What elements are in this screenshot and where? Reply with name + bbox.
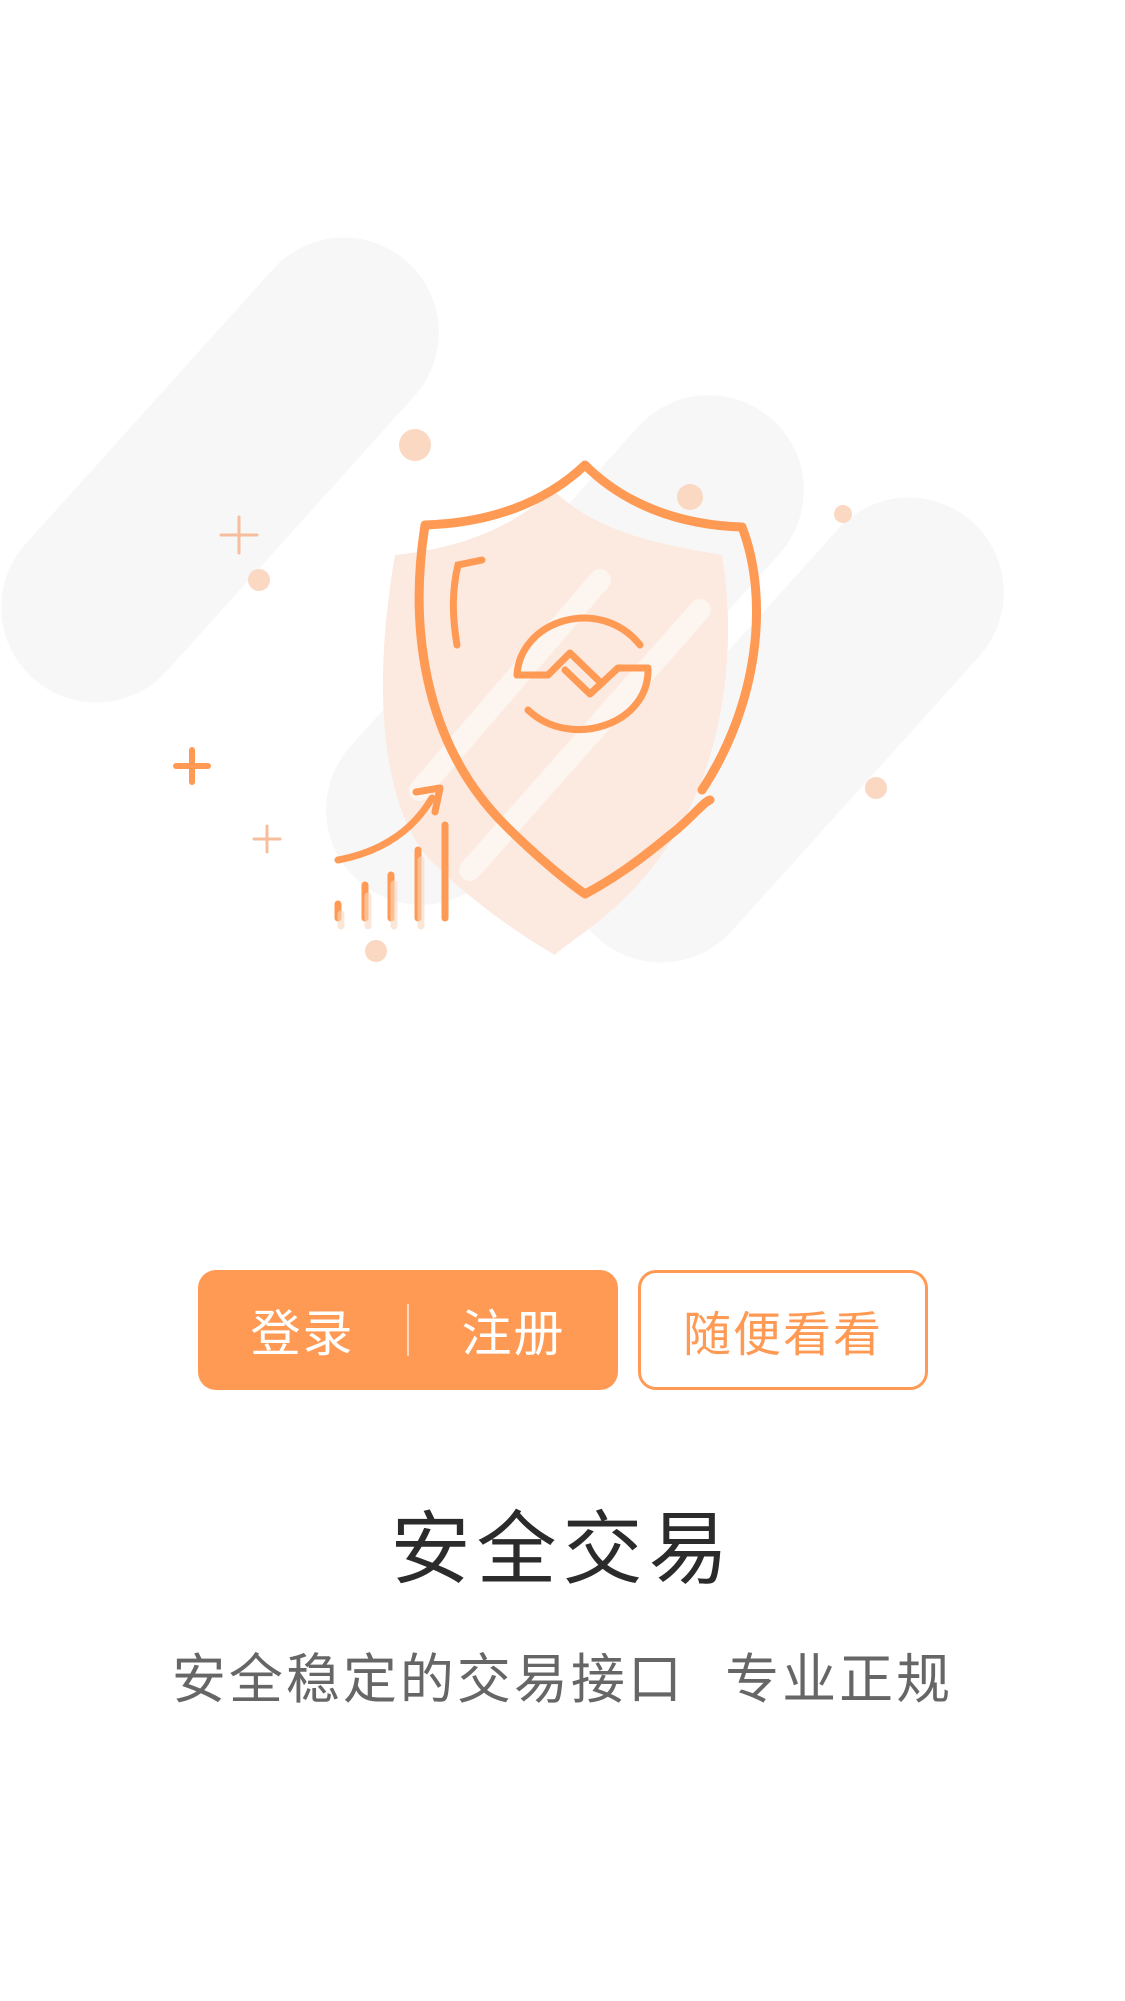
dot <box>248 569 270 591</box>
register-button[interactable]: 注册 <box>409 1270 618 1390</box>
plus-icon <box>173 747 211 785</box>
auth-button-group: 登录 注册 <box>198 1270 618 1390</box>
dot <box>834 505 852 523</box>
security-illustration <box>1 237 1004 963</box>
browse-as-guest-button[interactable]: 随便看看 <box>638 1270 928 1390</box>
dot <box>865 777 887 799</box>
dot <box>677 484 703 510</box>
hero-subtitle: 安全稳定的交易接口 专业正规 <box>171 1648 954 1711</box>
login-button[interactable]: 登录 <box>198 1270 407 1390</box>
plus-icon <box>252 824 282 854</box>
dot <box>399 429 431 461</box>
hero-title: 安全交易 <box>390 1503 735 1596</box>
dot <box>365 940 387 962</box>
onboarding-screen: 登录 注册 随便看看 安全交易 安全稳定的交易接口 专业正规 <box>0 0 1125 2001</box>
